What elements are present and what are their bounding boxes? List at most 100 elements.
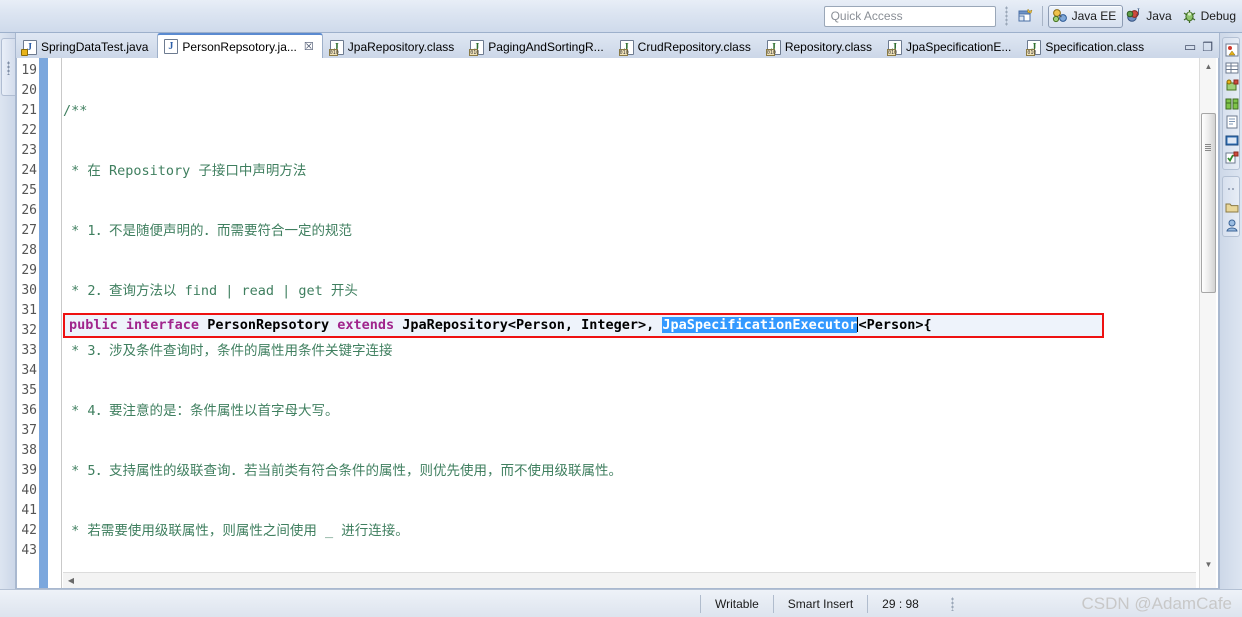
svg-text:J: J [1136, 8, 1140, 16]
editor-horizontal-scrollbar[interactable]: ◀ [63, 572, 1196, 588]
keyword-public: public [69, 317, 126, 333]
line-number: 19 [21, 63, 37, 78]
editor-tab-0-label: SpringDataTest.java [41, 40, 149, 54]
editor-tab-controls: ▭ ❐ [1184, 39, 1219, 58]
editor-tab-6[interactable]: J 010 JpaSpecificationE... [881, 35, 1020, 58]
main-toolbar: Quick Access Java EE J Java Debug [0, 0, 1242, 33]
line-number: 35 [21, 383, 37, 398]
right-rail-group-2 [1222, 176, 1240, 237]
console-view-icon[interactable] [1223, 131, 1240, 148]
toolbar-drag-handle[interactable] [1004, 6, 1008, 26]
perspective-java[interactable]: J Java [1123, 5, 1177, 28]
class-file-icon: J 010 [1026, 39, 1042, 56]
line-number: 37 [21, 423, 37, 438]
right-rail-group-1 [1222, 37, 1240, 170]
line-number: 23 [21, 143, 37, 158]
class-file-icon: J 010 [886, 39, 902, 56]
line-number: 29 [21, 263, 37, 278]
package-explorer-icon[interactable] [1223, 198, 1240, 215]
line-number: 41 [21, 503, 37, 518]
editor-gutter[interactable]: 19 20 21 22 23 24 25 26 27 28 29 30 31 3… [17, 58, 62, 588]
perspective-java-ee[interactable]: Java EE [1047, 4, 1124, 28]
line-number: 32 [21, 323, 37, 338]
junit-view-icon[interactable] [1223, 149, 1240, 166]
line-number: 30 [21, 283, 37, 298]
workbench-area: J SpringDataTest.java J PersonRepsotory.… [0, 33, 1242, 589]
editor-vertical-scrollbar[interactable]: ▲ ▼ [1199, 58, 1216, 588]
status-bar-drag-dots-icon[interactable] [950, 596, 954, 611]
scroll-down-icon[interactable]: ▼ [1200, 556, 1217, 572]
editor-tab-5[interactable]: J 010 Repository.class [760, 35, 881, 58]
editor-tab-2[interactable]: J 010 JpaRepository.class [323, 35, 464, 58]
maximize-icon[interactable]: ❐ [1202, 40, 1213, 54]
base-type: JpaRepository<Person, Integer>, [402, 317, 663, 333]
close-icon[interactable]: ☒ [304, 40, 314, 53]
perspective-debug-label: Debug [1200, 9, 1236, 23]
java-interface-file-icon: J [164, 39, 179, 54]
quick-access-field[interactable]: Quick Access [823, 5, 996, 27]
line-number: 26 [21, 203, 37, 218]
code-line: * 1．不是随便声明的．而需要符合一定的规范 [63, 223, 353, 239]
changed-lines-indicator [39, 58, 48, 588]
line-number: 24 [21, 163, 37, 178]
snippets-view-icon[interactable] [1223, 113, 1240, 130]
code-line: * 4．要注意的是：条件属性以首字母大写。 [63, 403, 339, 419]
editor-tab-5-label: Repository.class [784, 40, 872, 54]
line-number: 22 [21, 123, 37, 138]
line-number: 38 [21, 443, 37, 458]
editor-tab-1-label: PersonRepsotory.ja... [182, 39, 297, 54]
line-number: 31 [21, 303, 37, 318]
editor-tab-3-label: PagingAndSortingR... [488, 40, 604, 54]
servers-view-icon[interactable] [1223, 77, 1240, 94]
open-perspective-icon[interactable] [1013, 4, 1037, 28]
scroll-thumb-grip-icon [1205, 144, 1211, 151]
data-source-explorer-icon[interactable] [1223, 95, 1240, 112]
status-writable: Writable [700, 594, 773, 613]
watermark: CSDN @AdamCafe [1081, 593, 1232, 613]
line-number: 42 [21, 523, 37, 538]
declaration-line-text[interactable]: public interface PersonRepsotory extends… [69, 316, 932, 335]
code-line: * 3．涉及条件查询时，条件的属性用条件关键字连接 [63, 343, 393, 359]
code-line: * 在 Repository 子接口中声明方法 [63, 163, 307, 179]
line-number: 27 [21, 223, 37, 238]
class-file-icon: J 010 [618, 39, 634, 56]
outline-view-icon[interactable] [1223, 216, 1240, 233]
rail-drag-dots-icon-2 [1223, 180, 1240, 197]
editor-tab-0[interactable]: J SpringDataTest.java [16, 35, 157, 58]
rail-drag-dots-icon [7, 61, 10, 75]
line-number: 28 [21, 243, 37, 258]
left-rail-tab[interactable] [1, 38, 15, 96]
java-ee-perspective-icon [1052, 9, 1067, 23]
selected-type-token[interactable]: JpaSpecificationExecutor [662, 317, 858, 333]
minimize-icon[interactable]: ▭ [1184, 39, 1196, 55]
left-view-rail [0, 33, 16, 589]
line-number: 33 [21, 343, 37, 358]
generic-suffix: <Person>{ [858, 317, 932, 333]
scroll-up-icon[interactable]: ▲ [1200, 58, 1217, 74]
code-editor[interactable]: 19 20 21 22 23 24 25 26 27 28 29 30 31 3… [16, 58, 1219, 589]
editor-tab-3[interactable]: J 010 PagingAndSortingR... [463, 35, 612, 58]
java-perspective-icon: J [1126, 8, 1140, 22]
editor-tab-1[interactable]: J PersonRepsotory.ja... ☒ [157, 33, 323, 58]
editor-tab-7[interactable]: J 010 Specification.class [1020, 35, 1153, 58]
vertical-scroll-thumb[interactable] [1201, 113, 1216, 293]
perspective-debug[interactable]: Debug [1178, 5, 1242, 28]
editor-tab-6-label: JpaSpecificationE... [905, 40, 1012, 54]
line-number: 39 [21, 463, 37, 478]
line-number: 25 [21, 183, 37, 198]
code-line: * 2．查询方法以 find | read | get 开头 [63, 283, 358, 299]
problems-view-icon[interactable] [1223, 41, 1240, 58]
scroll-left-icon[interactable]: ◀ [63, 573, 79, 588]
line-number-column: 19 20 21 22 23 24 25 26 27 28 29 30 31 3… [17, 61, 38, 561]
interface-name: PersonRepsotory [207, 317, 338, 333]
keyword-extends: extends [337, 317, 403, 333]
keyword-interface: interface [125, 317, 208, 333]
table-view-icon[interactable] [1223, 59, 1240, 76]
editor-tab-4[interactable]: J 010 CrudRepository.class [613, 35, 760, 58]
class-file-icon: J 010 [765, 39, 781, 56]
code-line: * 5．支持属性的级联查询．若当前类有符合条件的属性，则优先使用，而不使用级联属… [63, 463, 623, 479]
code-line: /** [63, 103, 88, 119]
class-file-icon: J 010 [328, 39, 344, 56]
status-cursor-position: 29 : 98 [867, 594, 933, 613]
editor-tab-4-label: CrudRepository.class [637, 40, 751, 54]
